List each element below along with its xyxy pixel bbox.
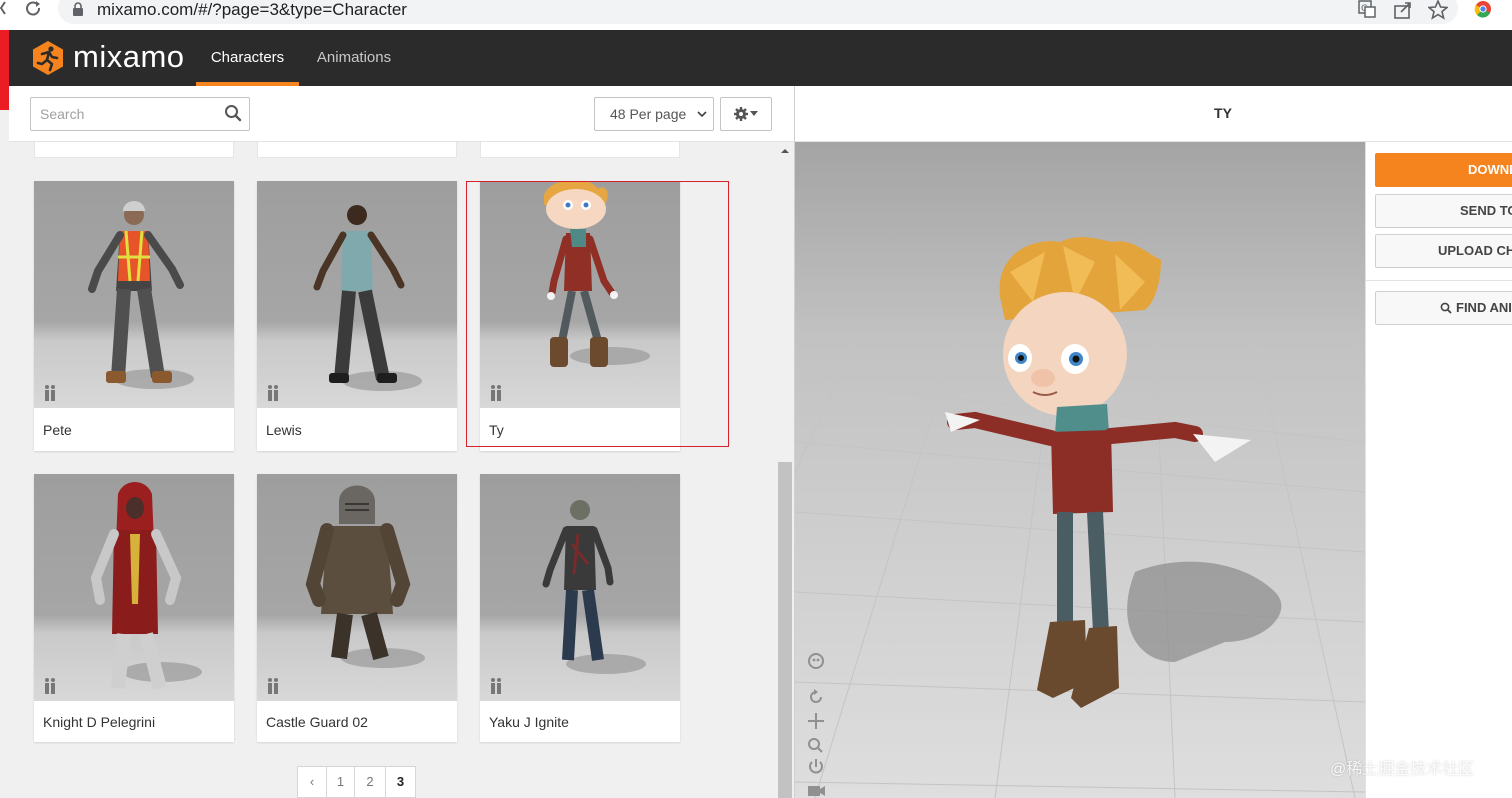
tab-characters[interactable]: Characters bbox=[196, 30, 299, 86]
caret-down-icon bbox=[750, 111, 758, 116]
pagination-page-2[interactable]: 2 bbox=[354, 766, 386, 798]
preview-header bbox=[795, 86, 1512, 142]
character-card-yaku-j-ignite[interactable]: Yaku J Ignite bbox=[480, 474, 680, 742]
character-card-pete[interactable]: Pete bbox=[34, 181, 234, 451]
partial-card[interactable] bbox=[480, 142, 680, 158]
translate-icon[interactable]: G bbox=[1357, 0, 1377, 20]
star-icon[interactable] bbox=[1428, 0, 1448, 20]
partial-card[interactable] bbox=[257, 142, 457, 158]
panel-divider-line bbox=[1366, 280, 1512, 281]
search-icon bbox=[1440, 302, 1452, 314]
send-to-button[interactable]: SEND TO bbox=[1375, 194, 1512, 228]
lock-icon[interactable] bbox=[72, 2, 84, 16]
character-name: Lewis bbox=[266, 422, 302, 438]
character-thumbnail bbox=[257, 474, 457, 701]
scroll-up-arrow-icon[interactable] bbox=[779, 146, 791, 156]
character-thumbnail bbox=[34, 181, 234, 408]
character-name: Castle Guard 02 bbox=[266, 714, 368, 730]
character-thumbnail bbox=[34, 474, 234, 701]
character-thumbnail bbox=[480, 474, 680, 701]
partial-card[interactable] bbox=[34, 142, 234, 158]
red-accent-strip bbox=[0, 30, 9, 110]
biped-icon bbox=[491, 678, 501, 694]
selection-highlight bbox=[466, 181, 729, 447]
character-card-knight-d-pelegrini[interactable]: Knight D Pelegrini bbox=[34, 474, 234, 742]
biped-icon bbox=[268, 385, 278, 401]
tab-animations[interactable]: Animations bbox=[304, 30, 404, 86]
upload-character-button[interactable]: UPLOAD CH bbox=[1375, 234, 1512, 268]
per-page-value: 48 Per page bbox=[610, 106, 687, 122]
camera-icon[interactable] bbox=[806, 782, 826, 798]
download-button[interactable]: DOWNL bbox=[1375, 153, 1512, 187]
pan-icon[interactable] bbox=[806, 712, 826, 730]
biped-icon bbox=[268, 678, 278, 694]
mixamo-logo-icon[interactable] bbox=[30, 40, 66, 76]
reload-icon[interactable] bbox=[24, 0, 44, 20]
character-3d-viewport[interactable] bbox=[795, 142, 1365, 798]
url-text[interactable]: mixamo.com/#/?page=3&type=Character bbox=[97, 0, 407, 20]
character-thumbnail bbox=[257, 181, 457, 408]
rotate-icon[interactable] bbox=[806, 688, 826, 706]
watermark: @稀土掘金技术社区 bbox=[1330, 761, 1475, 778]
scrollbar-thumb[interactable] bbox=[778, 462, 792, 798]
head-view-icon[interactable] bbox=[806, 652, 826, 670]
pagination-page-3[interactable]: 3 bbox=[385, 766, 416, 798]
logo-text[interactable]: mixamo bbox=[73, 37, 185, 77]
back-arrow-icon[interactable] bbox=[0, 0, 6, 20]
share-icon[interactable] bbox=[1393, 0, 1413, 20]
character-name: Knight D Pelegrini bbox=[43, 714, 156, 730]
search-placeholder: Search bbox=[40, 106, 85, 122]
search-icon[interactable] bbox=[224, 104, 242, 122]
character-card-lewis[interactable]: Lewis bbox=[257, 181, 457, 451]
biped-icon bbox=[45, 678, 55, 694]
pagination-prev[interactable]: ‹ bbox=[297, 766, 327, 798]
character-name: Yaku J Ignite bbox=[489, 714, 569, 730]
power-icon[interactable] bbox=[806, 758, 826, 776]
gear-icon bbox=[734, 107, 748, 121]
character-name: Pete bbox=[43, 422, 72, 438]
preview-title: TY bbox=[1214, 105, 1232, 121]
chevron-down-icon bbox=[697, 111, 707, 118]
biped-icon bbox=[45, 385, 55, 401]
browser-toolbar: mixamo.com/#/?page=3&type=Character G bbox=[0, 0, 1512, 30]
chrome-extension-icon[interactable] bbox=[1473, 0, 1493, 20]
character-card-castle-guard-02[interactable]: Castle Guard 02 bbox=[257, 474, 457, 742]
zoom-icon[interactable] bbox=[806, 736, 826, 754]
pagination-page-1[interactable]: 1 bbox=[326, 766, 355, 798]
